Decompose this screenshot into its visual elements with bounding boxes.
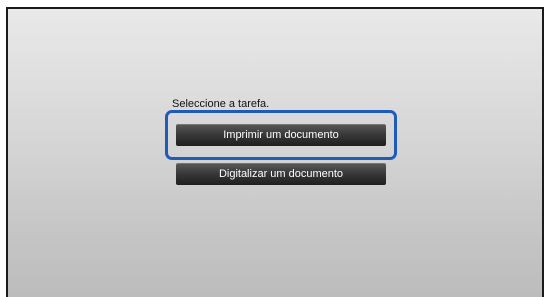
- print-document-button[interactable]: Imprimir um documento: [176, 124, 386, 146]
- task-selection-screen: Seleccione a tarefa. Imprimir um documen…: [6, 7, 544, 297]
- scan-document-button[interactable]: Digitalizar um documento: [176, 163, 386, 185]
- task-prompt: Seleccione a tarefa.: [172, 98, 270, 110]
